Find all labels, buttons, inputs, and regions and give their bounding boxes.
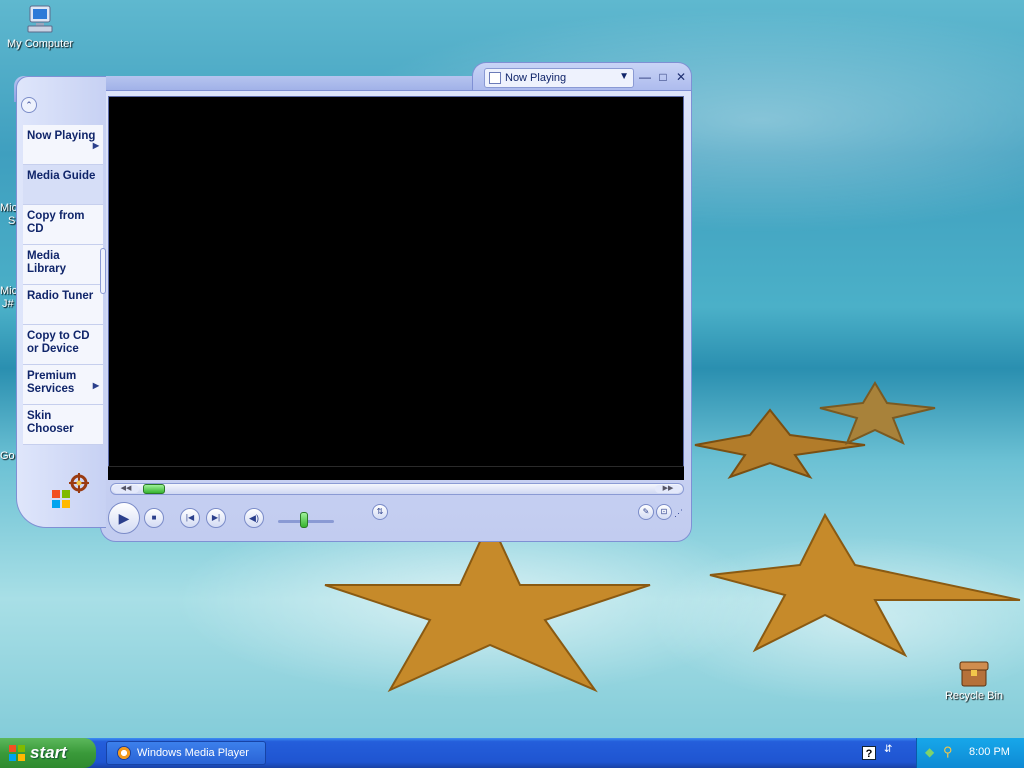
play-button[interactable]: ▶ — [108, 502, 140, 534]
visualization-strip — [108, 466, 684, 480]
clock: 8:00 PM — [969, 746, 1010, 758]
taskpane-collapse-handle[interactable] — [100, 248, 106, 294]
feature-taskbar: Now Playing ▶ Media Guide Copy from CD M… — [23, 125, 103, 445]
nav-label: Copy from CD — [27, 210, 85, 235]
nav-skin-chooser[interactable]: Skin Chooser — [23, 405, 103, 445]
nav-label: Media Guide — [27, 170, 96, 182]
nav-radio-tuner[interactable]: Radio Tuner — [23, 285, 103, 325]
recycle-bin-icon — [956, 656, 992, 688]
stop-button[interactable]: ■ — [144, 508, 164, 528]
help-icon[interactable]: ? — [862, 746, 876, 760]
playback-controls: ▶ ■ |◀ ▶| ◀) ⇅ ✎ ⊡ ⋰ — [100, 498, 692, 542]
dropdown-value: Now Playing — [505, 72, 567, 84]
chevron-down-icon: ▼ — [619, 71, 629, 82]
nav-label: Copy to CD or Device — [27, 330, 90, 355]
next-button[interactable]: ▶| — [206, 508, 226, 528]
nav-label: Media Library — [27, 250, 66, 275]
fullscreen-button[interactable]: ⊡ — [656, 504, 672, 520]
nav-media-library[interactable]: Media Library — [23, 245, 103, 285]
close-button[interactable]: ✕ — [674, 70, 688, 84]
skin-mode-button[interactable]: ✎ — [638, 504, 654, 520]
shuffle-button[interactable]: ⇅ — [372, 504, 388, 520]
busy-cursor-icon — [69, 473, 89, 493]
video-display-area[interactable] — [108, 96, 684, 480]
volume-slider-thumb[interactable] — [300, 512, 308, 528]
now-playing-dropdown[interactable]: Now Playing ▼ — [484, 68, 634, 88]
windows-media-player-icon — [117, 746, 131, 760]
previous-button[interactable]: |◀ — [180, 508, 200, 528]
maximize-button[interactable]: □ — [656, 70, 670, 84]
taskbar: start Windows Media Player ? ⇵ ◆ ⚲ 8:00 … — [0, 738, 1024, 768]
nav-label: Now Playing — [27, 130, 96, 142]
start-button[interactable]: start — [0, 738, 96, 768]
windows-media-player-window[interactable]: ⌃ Now Playing ▶ Media Guide Copy from CD… — [14, 62, 692, 542]
triangle-right-icon: ▶ — [92, 141, 99, 150]
mute-button[interactable]: ◀) — [244, 508, 264, 528]
wallpaper-starfish — [709, 512, 1021, 658]
nav-label: Premium Services — [27, 370, 77, 395]
hide-taskpane-icon[interactable]: ⌃ — [21, 97, 37, 113]
tray-shield-icon[interactable]: ◆ — [925, 745, 934, 759]
partial-desktop-label: Go — [0, 450, 15, 462]
nav-media-guide[interactable]: Media Guide — [23, 165, 103, 205]
network-monitor-icon[interactable]: ⇵ — [884, 744, 898, 760]
media-page-icon — [489, 72, 501, 84]
nav-label: Radio Tuner — [27, 290, 94, 302]
start-label: start — [30, 743, 67, 762]
resize-grip-icon[interactable]: ⋰ — [674, 508, 683, 519]
desktop-icon-label: My Computer — [6, 38, 74, 50]
seek-back-icon[interactable]: ◀◀ — [113, 485, 139, 493]
desktop-icon-my-computer[interactable]: My Computer — [0, 4, 80, 50]
nav-copy-from-cd[interactable]: Copy from CD — [23, 205, 103, 245]
seek-thumb[interactable] — [143, 484, 165, 494]
desktop-icon-recycle-bin[interactable]: Recycle Bin — [934, 656, 1014, 702]
wallpaper-starfish — [819, 381, 936, 445]
nav-now-playing[interactable]: Now Playing ▶ — [23, 125, 103, 165]
taskpane: ⌃ Now Playing ▶ Media Guide Copy from CD… — [16, 76, 106, 528]
system-tray: ◆ ⚲ 8:00 PM — [916, 738, 1024, 768]
nav-premium-services[interactable]: Premium Services ▶ — [23, 365, 103, 405]
seek-forward-icon[interactable]: ▶▶ — [655, 485, 681, 493]
my-computer-icon — [22, 4, 58, 36]
windows-flag-icon — [9, 745, 25, 761]
tray-search-icon[interactable]: ⚲ — [943, 744, 953, 760]
nav-label: Skin Chooser — [27, 410, 74, 435]
partial-desktop-label: J# — [2, 298, 14, 310]
triangle-right-icon: ▶ — [92, 381, 99, 390]
desktop-icon-label: Recycle Bin — [944, 690, 1004, 702]
nav-copy-to-cd[interactable]: Copy to CD or Device — [23, 325, 103, 365]
seek-bar[interactable]: ◀◀ ▶▶ — [110, 483, 684, 495]
minimize-button[interactable]: — — [638, 70, 652, 84]
taskbar-item-label: Windows Media Player — [137, 747, 249, 759]
taskbar-item-windows-media-player[interactable]: Windows Media Player — [106, 741, 266, 765]
